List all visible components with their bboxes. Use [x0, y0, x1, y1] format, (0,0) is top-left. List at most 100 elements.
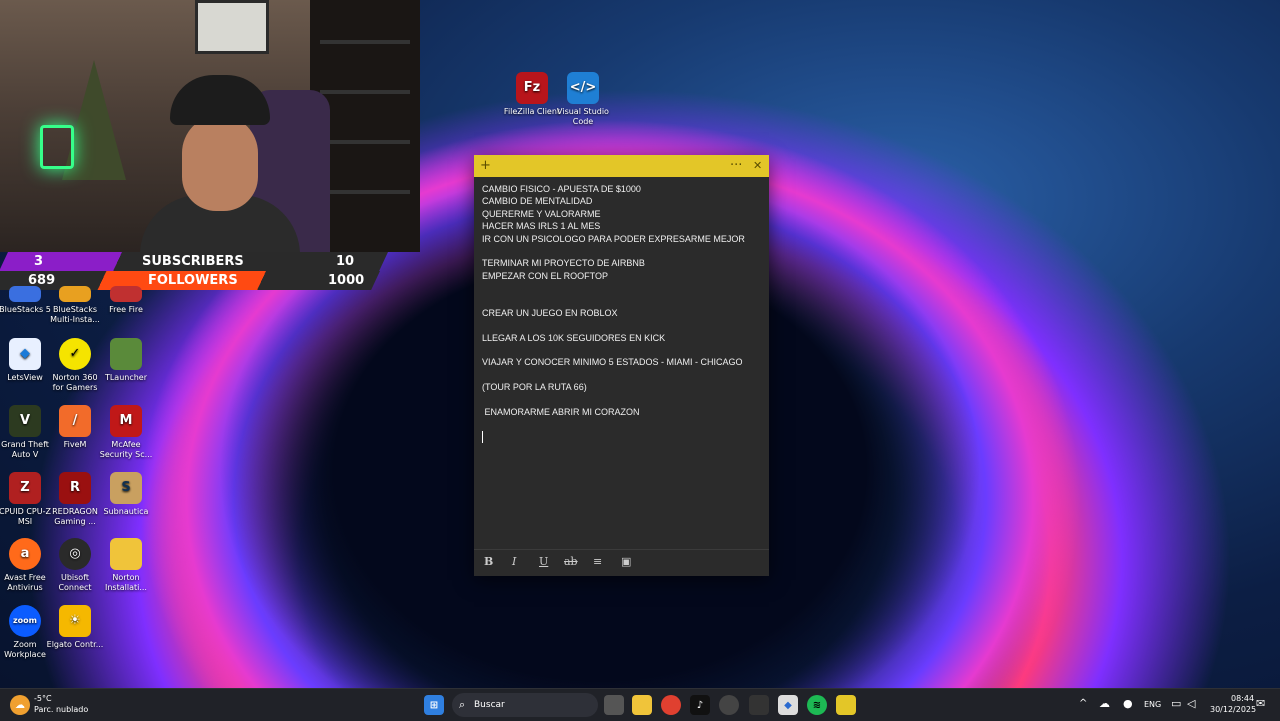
sticky-note-titlebar[interactable]: + ··· ✕	[474, 155, 769, 177]
desktop-icon-label: Ubisoft Connect	[58, 573, 92, 592]
weather-desc[interactable]: Parc. nublado	[34, 705, 88, 714]
notification-icon[interactable]: ✉	[1256, 697, 1265, 710]
menu-icon[interactable]: ···	[730, 155, 742, 177]
desktop-icon-label: Free Fire	[109, 305, 143, 314]
app-icon[interactable]	[749, 695, 769, 715]
note-line: QUERERME Y VALORARME	[482, 208, 601, 219]
weather-icon[interactable]: ☁	[10, 695, 30, 715]
desktop-icon-norton360[interactable]: ✓ Norton 360 for Gamers	[46, 338, 104, 393]
desktop-icon-bluestacks-multi[interactable]: BlueStacks Multi-Insta...	[46, 286, 104, 325]
desktop-icon-subnautica[interactable]: S Subnautica	[97, 472, 155, 517]
strikethrough-button[interactable]: ab	[564, 555, 578, 568]
folder-icon	[110, 538, 142, 570]
taskbar-search[interactable]: ⌕ Buscar	[452, 693, 598, 717]
note-line: EMPEZAR CON EL ROOFTOP	[482, 270, 609, 281]
desktop-icon-label: Elgato Contr...	[46, 640, 104, 649]
desktop-icon-label: Grand Theft Auto V	[1, 440, 49, 459]
desktop-icon-tlauncher[interactable]: TLauncher	[97, 338, 155, 383]
subnautica-icon: S	[110, 472, 142, 504]
weather-temp[interactable]: -5°C	[34, 694, 52, 703]
note-line: VIAJAR Y CONOCER MINIMO 5 ESTADOS - MIAM…	[482, 357, 743, 368]
desktop-icon-label: LetsView	[7, 373, 43, 382]
obs-icon[interactable]	[719, 695, 739, 715]
desktop-icon-filezilla[interactable]: Fz FileZilla Client	[503, 72, 561, 117]
desktop-icon-ubisoft[interactable]: ◎ Ubisoft Connect	[46, 538, 104, 593]
streamer	[140, 75, 300, 252]
desktop-icon-fivem[interactable]: / FiveM	[46, 405, 104, 450]
underline-button[interactable]: U	[539, 555, 548, 568]
desktop-icon-free-fire[interactable]: Free Fire	[97, 286, 155, 315]
note-line	[482, 319, 761, 331]
desktop-icon-label: Subnautica	[103, 507, 149, 516]
formatting-toolbar: B I U ab ≡ ▣	[474, 549, 769, 576]
webcam-feed	[0, 0, 420, 252]
clock-date[interactable]: 30/12/2025	[1210, 705, 1256, 714]
desktop-icon-label: Zoom Workplace	[4, 640, 46, 659]
gta-icon: V	[9, 405, 41, 437]
note-line: CAMBIO DE MENTALIDAD	[482, 196, 593, 207]
microphone-icon[interactable]: ●	[1123, 697, 1133, 710]
note-line: CREAR UN JUEGO EN ROBLOX	[482, 307, 618, 318]
tlauncher-icon	[110, 338, 142, 370]
search-icon: ⌕	[459, 698, 466, 711]
redragon-icon: R	[59, 472, 91, 504]
volume-icon[interactable]: ◁	[1187, 697, 1195, 710]
desktop-icon-label: BlueStacks Multi-Insta...	[50, 305, 100, 324]
green-light	[40, 125, 74, 169]
followers-label: FOLLOWERS	[148, 273, 238, 288]
fivem-icon: /	[59, 405, 91, 437]
desktop-icon-redragon[interactable]: R REDRAGON Gaming ...	[46, 472, 104, 527]
desktop-icon-label: REDRAGON Gaming ...	[52, 507, 98, 526]
desktop-icon-norton-install[interactable]: Norton Installati...	[97, 538, 155, 593]
desktop-icon-label: Norton Installati...	[105, 573, 147, 592]
desktop-icon-elgato[interactable]: ☀ Elgato Contr...	[46, 605, 104, 650]
sticky-note-text[interactable]: CAMBIO FISICO - APUESTA DE $1000 CAMBIO D…	[482, 183, 761, 418]
desktop-icon-label: FiveM	[63, 440, 87, 449]
sticky-notes-icon[interactable]	[836, 695, 856, 715]
note-line: CAMBIO FISICO - APUESTA DE $1000	[482, 184, 641, 194]
followers-goal: 1000	[328, 273, 365, 288]
subscribers-label: SUBSCRIBERS	[142, 254, 244, 269]
desktop-icon-vscode[interactable]: </> Visual Studio Code	[554, 72, 612, 127]
note-line: IR CON UN PSICOLOGO PARA PODER EXPRESARM…	[482, 233, 745, 244]
sticky-note-window[interactable]: + ··· ✕ CAMBIO FISICO - APUESTA DE $1000…	[474, 155, 769, 576]
clock-time[interactable]: 08:44	[1231, 694, 1254, 703]
add-note-icon[interactable]: +	[480, 155, 491, 177]
cloud-icon[interactable]: ☁	[1099, 697, 1110, 710]
spotify-icon[interactable]: ≋	[807, 695, 827, 715]
note-line	[482, 282, 761, 294]
desktop-icon-label: Norton 360 for Gamers	[52, 373, 98, 392]
chrome-icon[interactable]	[661, 695, 681, 715]
tiktok-icon[interactable]: ♪	[690, 695, 710, 715]
bullet-list-button[interactable]: ≡	[593, 555, 602, 568]
close-icon[interactable]: ✕	[753, 155, 762, 177]
note-line	[482, 369, 761, 381]
mcafee-icon: M	[110, 405, 142, 437]
insert-image-button[interactable]: ▣	[621, 555, 631, 568]
note-line	[482, 295, 761, 307]
desktop-icon-mcafee[interactable]: M McAfee Security Sc...	[97, 405, 155, 460]
note-line: HACER MAS IRLS 1 AL MES	[482, 221, 601, 232]
note-line	[482, 394, 761, 406]
file-explorer-icon[interactable]	[632, 695, 652, 715]
taskbar: ☁ -5°C Parc. nublado ⊞ ⌕ Buscar ♪ ◆ ≋ ^ …	[0, 688, 1280, 721]
note-line: LLEGAR A LOS 10K SEGUIDORES EN KICK	[482, 332, 666, 343]
language-indicator[interactable]: ENG	[1144, 700, 1161, 709]
desktop-icon-label: Avast Free Antivirus	[4, 573, 46, 592]
search-placeholder: Buscar	[474, 700, 505, 710]
zoom-icon: zoom	[9, 605, 41, 637]
letsview-taskbar-icon[interactable]: ◆	[778, 695, 798, 715]
italic-button[interactable]: I	[512, 555, 516, 568]
filezilla-icon: Fz	[516, 72, 548, 104]
chevron-up-icon[interactable]: ^	[1079, 698, 1087, 709]
letsview-icon: ◆	[9, 338, 41, 370]
task-view-icon[interactable]	[604, 695, 624, 715]
wall-frame	[195, 0, 269, 54]
network-icon[interactable]: ▭	[1171, 697, 1181, 710]
start-icon[interactable]: ⊞	[424, 695, 444, 715]
desktop-icon-label: CPUID CPU-Z MSI	[0, 507, 51, 526]
elgato-icon: ☀	[59, 605, 91, 637]
note-line: (TOUR POR LA RUTA 66)	[482, 382, 587, 393]
bold-button[interactable]: B	[484, 555, 493, 568]
bluestacks-multi-icon	[59, 286, 91, 302]
